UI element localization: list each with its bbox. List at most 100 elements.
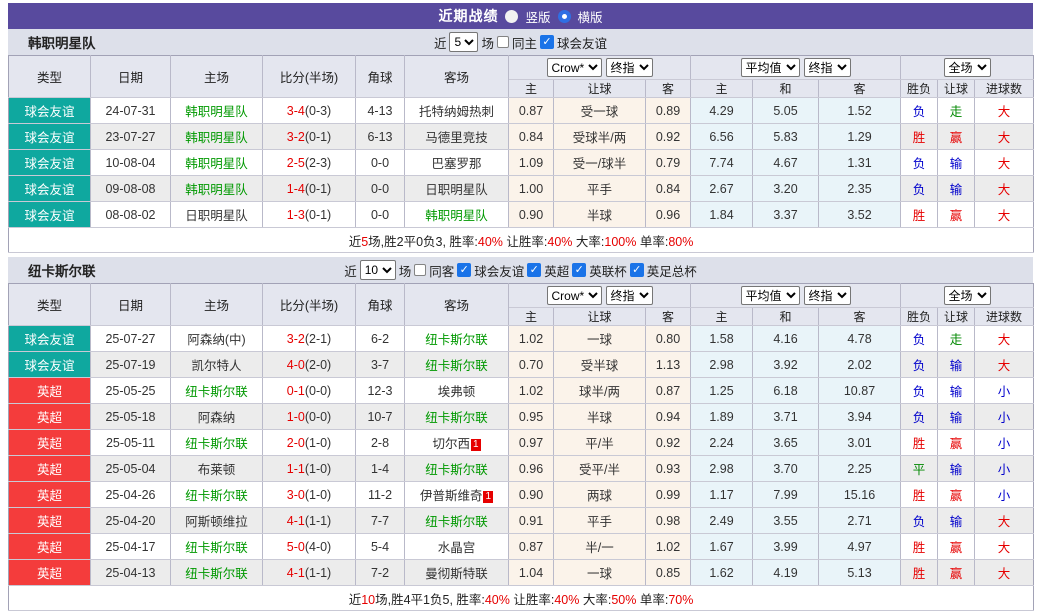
away-team[interactable]: 巴塞罗那	[405, 150, 509, 176]
home-team-name[interactable]: 阿斯顿维拉	[185, 515, 248, 529]
odds-time-select[interactable]: 终指	[606, 58, 653, 77]
away-team[interactable]: 日职明星队	[405, 176, 509, 202]
score: 4-1(1-1)	[263, 508, 356, 534]
halftime-score: (1-0)	[305, 462, 331, 476]
league-filter-label[interactable]: 英足总杯	[647, 261, 697, 280]
away-team[interactable]: 纽卡斯尔联	[405, 352, 509, 378]
odds-source-select[interactable]: Crow*	[547, 58, 602, 77]
away-team-name[interactable]: 韩职明星队	[425, 209, 488, 223]
scope-select[interactable]: 全场	[944, 58, 991, 77]
same-venue-label[interactable]: 同主	[512, 33, 537, 52]
filter-controls: 近10场同客✓球会友谊✓英超✓英联杯✓英足总杯	[8, 260, 1033, 280]
away-team[interactable]: 托特纳姆热刺	[405, 98, 509, 124]
away-team[interactable]: 埃弗顿	[405, 378, 509, 404]
same-venue-checkbox[interactable]	[497, 36, 509, 48]
away-team[interactable]: 水晶宫	[405, 534, 509, 560]
odds-source-select[interactable]: Crow*	[547, 286, 602, 305]
league-filter-label[interactable]: 英超	[544, 261, 569, 280]
home-team[interactable]: 布莱顿	[171, 456, 263, 482]
league-filter-checkbox[interactable]: ✓	[457, 263, 471, 277]
home-team-name[interactable]: 布莱顿	[198, 463, 236, 477]
avg-home-odds: 1.67	[691, 534, 753, 560]
avg-time-select[interactable]: 终指	[804, 286, 851, 305]
home-team-name[interactable]: 纽卡斯尔联	[185, 385, 248, 399]
home-team[interactable]: 日职明星队	[171, 202, 263, 228]
home-team-name[interactable]: 韩职明星队	[185, 157, 248, 171]
league-filter-checkbox[interactable]: ✓	[540, 35, 554, 49]
league-filter-checkbox[interactable]: ✓	[572, 263, 586, 277]
league-filter-label[interactable]: 球会友谊	[474, 261, 524, 280]
away-team-name[interactable]: 纽卡斯尔联	[425, 515, 488, 529]
away-team-name[interactable]: 伊普斯维奇	[420, 489, 483, 503]
home-team-name[interactable]: 凯尔特人	[191, 359, 241, 373]
away-team-name[interactable]: 托特纳姆热刺	[419, 105, 494, 119]
home-team[interactable]: 韩职明星队	[171, 98, 263, 124]
home-team-name[interactable]: 阿森纳(中)	[187, 333, 245, 347]
home-team-name[interactable]: 纽卡斯尔联	[185, 567, 248, 581]
league-filter-label[interactable]: 英联杯	[589, 261, 627, 280]
home-team[interactable]: 阿森纳	[171, 404, 263, 430]
match-row: 球会友谊09-08-08韩职明星队1-4(0-1)0-0日职明星队1.00平手0…	[9, 176, 1034, 202]
sub-column-header: 和	[753, 308, 819, 326]
away-team[interactable]: 纽卡斯尔联	[405, 404, 509, 430]
home-team-name[interactable]: 阿森纳	[198, 411, 236, 425]
home-team-name[interactable]: 纽卡斯尔联	[185, 489, 248, 503]
away-team-name[interactable]: 纽卡斯尔联	[425, 333, 488, 347]
home-team[interactable]: 韩职明星队	[171, 124, 263, 150]
home-team[interactable]: 阿斯顿维拉	[171, 508, 263, 534]
away-team-name[interactable]: 切尔西	[432, 437, 470, 451]
away-team[interactable]: 伊普斯维奇1	[405, 482, 509, 508]
handicap: 一球	[554, 560, 646, 586]
away-team[interactable]: 切尔西1	[405, 430, 509, 456]
home-team[interactable]: 韩职明星队	[171, 176, 263, 202]
away-team-name[interactable]: 曼彻斯特联	[425, 567, 488, 581]
avg-type-select[interactable]: 平均值	[741, 286, 800, 305]
vertical-layout-label[interactable]: 竖版	[525, 7, 550, 26]
horizontal-layout-radio[interactable]	[558, 10, 571, 23]
home-team-name[interactable]: 韩职明星队	[185, 183, 248, 197]
home-team[interactable]: 纽卡斯尔联	[171, 482, 263, 508]
away-team[interactable]: 韩职明星队	[405, 202, 509, 228]
vertical-layout-radio[interactable]	[505, 10, 518, 23]
home-team[interactable]: 韩职明星队	[171, 150, 263, 176]
same-venue-label[interactable]: 同客	[429, 261, 454, 280]
horizontal-layout-label[interactable]: 横版	[578, 7, 603, 26]
league-filter-checkbox[interactable]: ✓	[630, 263, 644, 277]
away-team[interactable]: 纽卡斯尔联	[405, 456, 509, 482]
away-team-name[interactable]: 水晶宫	[438, 541, 476, 555]
home-team-name[interactable]: 纽卡斯尔联	[185, 541, 248, 555]
scope-select[interactable]: 全场	[944, 286, 991, 305]
away-team-name[interactable]: 埃弗顿	[438, 385, 476, 399]
same-venue-checkbox[interactable]	[414, 264, 426, 276]
match-count-select[interactable]: 10	[360, 260, 396, 280]
avg-time-select[interactable]: 终指	[804, 58, 851, 77]
away-team-name[interactable]: 纽卡斯尔联	[425, 411, 488, 425]
away-team-name[interactable]: 纽卡斯尔联	[425, 463, 488, 477]
home-team[interactable]: 纽卡斯尔联	[171, 534, 263, 560]
away-team[interactable]: 马德里竞技	[405, 124, 509, 150]
home-team[interactable]: 阿森纳(中)	[171, 326, 263, 352]
league-filter-checkbox[interactable]: ✓	[527, 263, 541, 277]
league-filter-label[interactable]: 球会友谊	[557, 33, 607, 52]
home-team[interactable]: 纽卡斯尔联	[171, 430, 263, 456]
odds-time-select[interactable]: 终指	[606, 286, 653, 305]
away-team-name[interactable]: 日职明星队	[425, 183, 488, 197]
away-team[interactable]: 曼彻斯特联	[405, 560, 509, 586]
home-team-name[interactable]: 日职明星队	[185, 209, 248, 223]
home-team[interactable]: 凯尔特人	[171, 352, 263, 378]
match-count-select[interactable]: 5	[449, 32, 478, 52]
away-team[interactable]: 纽卡斯尔联	[405, 508, 509, 534]
fulltime-score: 3-2	[287, 332, 305, 346]
match-row: 球会友谊10-08-04韩职明星队2-5(2-3)0-0巴塞罗那1.09受一/球…	[9, 150, 1034, 176]
home-team-name[interactable]: 韩职明星队	[185, 105, 248, 119]
home-team[interactable]: 纽卡斯尔联	[171, 378, 263, 404]
away-team-name[interactable]: 巴塞罗那	[431, 157, 481, 171]
home-team[interactable]: 纽卡斯尔联	[171, 560, 263, 586]
handicap: 受一/球半	[554, 150, 646, 176]
home-team-name[interactable]: 纽卡斯尔联	[185, 437, 248, 451]
away-team-name[interactable]: 纽卡斯尔联	[425, 359, 488, 373]
avg-type-select[interactable]: 平均值	[741, 58, 800, 77]
home-team-name[interactable]: 韩职明星队	[185, 131, 248, 145]
away-team[interactable]: 纽卡斯尔联	[405, 326, 509, 352]
away-team-name[interactable]: 马德里竞技	[425, 131, 488, 145]
